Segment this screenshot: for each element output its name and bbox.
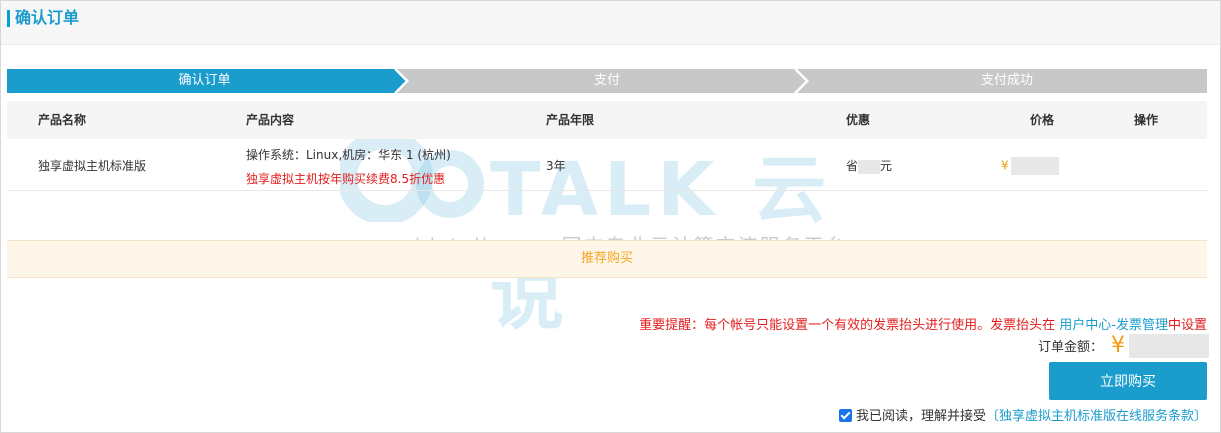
table-row: 独享虚拟主机标准版 操作系统：Linux,机房：华东 1 (杭州) 独享虚拟主机…: [7, 139, 1207, 191]
col-discount: 优惠: [846, 113, 871, 127]
discount-mask: [858, 159, 881, 174]
price-mask: [1010, 157, 1059, 175]
product-content: 操作系统：Linux,机房：华东 1 (杭州): [246, 148, 451, 162]
table-header: 产品名称 产品内容 产品年限 优惠 价格 操作: [7, 101, 1207, 139]
amount-label: 订单金额：: [1037, 340, 1103, 355]
progress-steps: 确认订单 支付 支付成功: [7, 69, 1207, 93]
discount-prefix: 省: [846, 159, 859, 173]
amount-mask: [1129, 333, 1209, 358]
invoice-management-link[interactable]: 用户中心-发票管理: [1059, 318, 1168, 333]
agreement-checkbox[interactable]: [838, 409, 852, 422]
service-terms-link[interactable]: 〔独享虚拟主机标准版在线服务条款〕: [986, 409, 1207, 424]
discount-cell: 省元: [846, 157, 892, 174]
notice-suffix: 中设置: [1167, 318, 1207, 333]
agreement-text: 我已阅读，理解并接受: [855, 409, 986, 424]
step-confirm-label: 确认订单: [178, 73, 231, 88]
col-product-years: 产品年限: [546, 113, 595, 127]
agreement: 我已阅读，理解并接受〔独享虚拟主机标准版在线服务条款〕: [838, 405, 1207, 424]
col-price: 价格: [1030, 113, 1055, 127]
step-pay-label: 支付: [593, 73, 620, 88]
recommend-label: 推荐购买: [580, 251, 633, 266]
amount-currency: ¥: [1111, 333, 1125, 358]
title-accent-bar: [7, 10, 10, 27]
page-title: 确认订单: [15, 8, 80, 27]
invoice-notice: 重要提醒：每个帐号只能设置一个有效的发票抬头进行使用。发票抬头在 用户中心-发票…: [639, 314, 1207, 333]
col-product-name: 产品名称: [38, 113, 87, 127]
price-symbol: ¥: [1001, 158, 1009, 173]
buy-now-button[interactable]: 立即购买: [1049, 362, 1207, 400]
page-header: 确认订单: [1, 1, 1220, 45]
notice-prefix: 重要提醒：每个帐号只能设置一个有效的发票抬头进行使用。发票抬头在: [639, 318, 1060, 333]
order-window: [0, 0, 1221, 433]
product-years: 3年: [546, 159, 566, 173]
order-amount: 订单金额： ¥: [1038, 333, 1209, 363]
product-name: 独享虚拟主机标准版: [38, 159, 147, 173]
col-action: 操作: [1134, 113, 1159, 127]
discount-suffix: 元: [880, 159, 893, 173]
recommend-section[interactable]: 推荐购买: [7, 240, 1207, 278]
price-cell: ¥: [1001, 157, 1059, 175]
product-promo: 独享虚拟主机按年购买续费8.5折优惠: [246, 172, 446, 186]
col-product-content: 产品内容: [246, 113, 295, 127]
step-success-label: 支付成功: [980, 73, 1033, 88]
